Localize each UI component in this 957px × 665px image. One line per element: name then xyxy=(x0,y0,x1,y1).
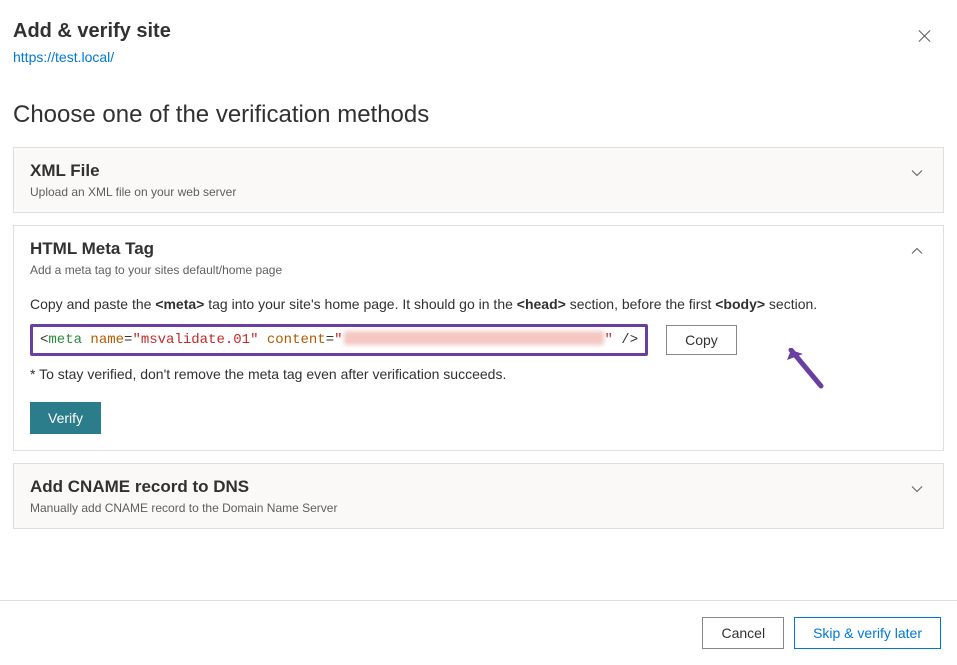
copy-button[interactable]: Copy xyxy=(666,325,737,355)
method-html-meta-header[interactable]: HTML Meta Tag Add a meta tag to your sit… xyxy=(14,226,943,290)
verify-button[interactable]: Verify xyxy=(30,402,101,434)
meta-tag-code[interactable]: <meta name="msvalidate.01" content="" /> xyxy=(30,324,648,356)
cancel-button[interactable]: Cancel xyxy=(702,617,784,649)
redacted-content-value xyxy=(344,331,604,345)
site-url[interactable]: https://test.local/ xyxy=(13,49,941,65)
method-html-meta-subtitle: Add a meta tag to your sites default/hom… xyxy=(30,263,911,277)
footer: Cancel Skip & verify later xyxy=(0,600,957,665)
method-xml-subtitle: Upload an XML file on your web server xyxy=(30,185,911,199)
method-cname-title: Add CNAME record to DNS xyxy=(30,477,911,497)
verification-note: * To stay verified, don't remove the met… xyxy=(30,366,927,382)
page-title: Add & verify site xyxy=(13,20,941,43)
method-cname[interactable]: Add CNAME record to DNS Manually add CNA… xyxy=(13,463,944,529)
method-cname-header[interactable]: Add CNAME record to DNS Manually add CNA… xyxy=(14,464,943,528)
chevron-down-icon xyxy=(911,483,923,495)
method-xml-header[interactable]: XML File Upload an XML file on your web … xyxy=(14,148,943,212)
method-xml-file[interactable]: XML File Upload an XML file on your web … xyxy=(13,147,944,213)
panel-header: Add & verify site https://test.local/ xyxy=(0,0,957,73)
code-row: <meta name="msvalidate.01" content="" />… xyxy=(30,324,927,356)
head-tag-literal: <head> xyxy=(517,296,566,312)
method-html-meta-title: HTML Meta Tag xyxy=(30,239,911,259)
chevron-up-icon xyxy=(911,245,923,257)
method-cname-subtitle: Manually add CNAME record to the Domain … xyxy=(30,501,911,515)
method-xml-title: XML File xyxy=(30,161,911,181)
method-html-meta-body: Copy and paste the <meta> tag into your … xyxy=(14,290,943,450)
close-icon[interactable] xyxy=(917,28,933,44)
section-heading: Choose one of the verification methods xyxy=(0,73,957,147)
skip-verify-later-button[interactable]: Skip & verify later xyxy=(794,617,941,649)
meta-tag-literal: <meta> xyxy=(155,296,204,312)
body-tag-literal: <body> xyxy=(715,296,765,312)
chevron-down-icon xyxy=(911,167,923,179)
instruction-text: Copy and paste the <meta> tag into your … xyxy=(30,296,927,312)
method-html-meta: HTML Meta Tag Add a meta tag to your sit… xyxy=(13,225,944,451)
